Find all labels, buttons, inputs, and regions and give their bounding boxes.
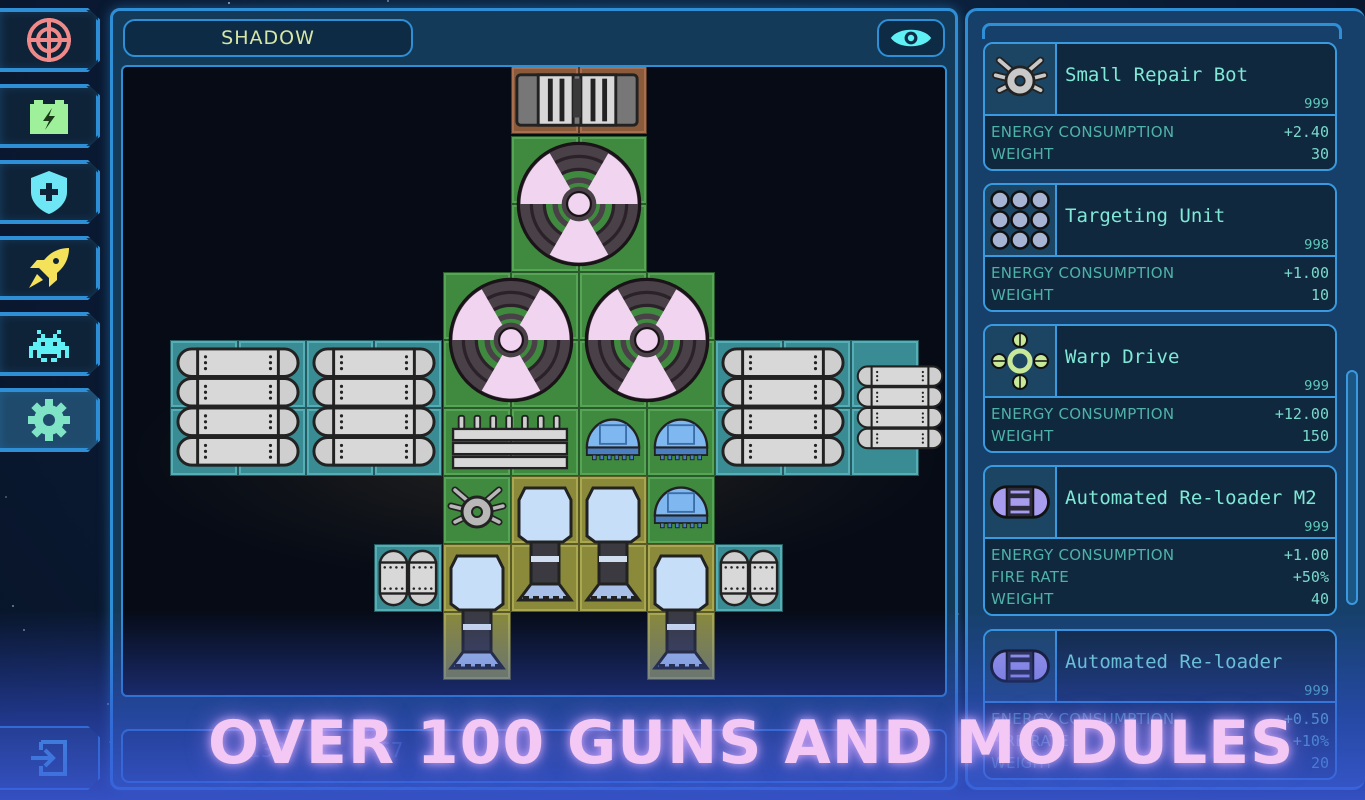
exit-icon [31, 740, 67, 776]
module-name: Automated Re-loader [1065, 651, 1283, 673]
stat-row: FIRE RATE +50% [991, 566, 1329, 588]
module-count: 999 [1304, 97, 1329, 112]
ship-editor-panel: SHADOW [110, 8, 958, 790]
stat-label: ENERGY CONSUMPTION [991, 546, 1175, 564]
repair-bot-module[interactable] [445, 480, 509, 540]
module-card[interactable]: Targeting Unit 998 ENERGY CONSUMPTION +1… [983, 183, 1337, 312]
stat-row: WEIGHT 40 [991, 588, 1329, 610]
stat-value: +1.00 [1283, 264, 1329, 282]
fuel-module[interactable] [718, 546, 780, 610]
stat-value: 40 [1310, 590, 1329, 608]
sidebar-item-enemies[interactable] [0, 312, 100, 376]
stat-value: +12.00 [1274, 405, 1329, 423]
sidebar-item-engines[interactable] [0, 236, 100, 300]
stat-label: ENERGY CONSUMPTION [991, 405, 1175, 423]
sidebar-item-weapons[interactable] [0, 8, 100, 72]
module-count: 999 [1304, 684, 1329, 699]
ship-viewport[interactable] [121, 65, 947, 697]
repair-bot-icon [985, 44, 1057, 114]
reactor-module[interactable] [446, 275, 576, 405]
promo-banner-text: OVER 100 GUNS AND MODULES [208, 708, 1295, 778]
shield-generator-module[interactable] [649, 414, 713, 470]
shield-generator-module[interactable] [581, 414, 645, 470]
warp-drive-icon [985, 326, 1057, 396]
module-card[interactable]: Automated Re-loader M2 999 ENERGY CONSUM… [983, 465, 1337, 616]
cannon-module[interactable] [513, 68, 641, 132]
module-card[interactable]: Small Repair Bot 999 ENERGY CONSUMPTION … [983, 42, 1337, 171]
stat-label: ENERGY CONSUMPTION [991, 123, 1175, 141]
modules-list-scrollbar[interactable] [1346, 370, 1358, 605]
battery-module[interactable] [174, 344, 302, 472]
reloader-icon [985, 467, 1057, 537]
module-count: 999 [1304, 379, 1329, 394]
star [11, 605, 14, 608]
engine-module[interactable] [513, 478, 577, 610]
sidebar-item-modules[interactable] [0, 388, 100, 452]
stat-value: 150 [1301, 427, 1329, 445]
stat-label: ENERGY CONSUMPTION [991, 264, 1175, 282]
reactor-module[interactable] [582, 275, 712, 405]
engine-module[interactable] [581, 478, 645, 610]
stat-value: +50% [1292, 568, 1329, 586]
stat-label: FIRE RATE [991, 568, 1069, 586]
fuel-module[interactable] [377, 546, 439, 610]
reactor-module[interactable] [514, 139, 644, 269]
stat-row: ENERGY CONSUMPTION +1.00 [991, 262, 1329, 284]
stat-label: WEIGHT [991, 286, 1054, 304]
module-name: Warp Drive [1065, 346, 1180, 368]
heatsink-module[interactable] [446, 414, 574, 470]
battery-module[interactable] [855, 344, 945, 472]
stat-row: ENERGY CONSUMPTION +2.40 [991, 121, 1329, 143]
stat-value: +10% [1292, 732, 1329, 750]
stat-value: 30 [1310, 145, 1329, 163]
ship-name-label: SHADOW [123, 19, 413, 57]
view-toggle-button[interactable] [877, 19, 945, 57]
star [107, 703, 110, 706]
stat-value: +1.00 [1283, 546, 1329, 564]
crosshair-icon [27, 18, 71, 62]
panel-top-frame [982, 23, 1342, 39]
gear-icon [28, 399, 70, 441]
star [228, 2, 231, 5]
stat-label: WEIGHT [991, 590, 1054, 608]
battery-module[interactable] [719, 344, 847, 472]
sidebar-item-energy[interactable] [0, 84, 100, 148]
battery-module[interactable] [310, 344, 438, 472]
stat-row: ENERGY CONSUMPTION +12.00 [991, 403, 1329, 425]
reloader-icon [985, 631, 1057, 701]
module-card[interactable]: Warp Drive 999 ENERGY CONSUMPTION +12.00… [983, 324, 1337, 453]
engine-module[interactable] [649, 546, 713, 678]
star [5, 495, 8, 498]
stat-label: WEIGHT [991, 145, 1054, 163]
module-name: Small Repair Bot [1065, 64, 1249, 86]
space-invader-icon [29, 330, 69, 362]
targeting-unit-icon [985, 185, 1057, 255]
stat-value: 20 [1310, 754, 1329, 772]
star [22, 628, 25, 631]
stat-row: WEIGHT 150 [991, 425, 1329, 447]
exit-button[interactable] [0, 726, 100, 790]
module-count: 999 [1304, 520, 1329, 535]
stat-row: WEIGHT 10 [991, 284, 1329, 306]
star [387, 0, 390, 3]
module-name: Automated Re-loader M2 [1065, 487, 1317, 509]
module-name: Targeting Unit [1065, 205, 1226, 227]
sidebar-item-defense[interactable] [0, 160, 100, 224]
engine-module[interactable] [445, 546, 509, 678]
stat-value: +2.40 [1283, 123, 1329, 141]
stat-row: WEIGHT 30 [991, 143, 1329, 165]
stat-row: ENERGY CONSUMPTION +1.00 [991, 544, 1329, 566]
shield-plus-icon [31, 171, 67, 214]
stat-label: WEIGHT [991, 427, 1054, 445]
rocket-icon [29, 248, 69, 288]
battery-icon [30, 100, 68, 134]
stat-value: 10 [1310, 286, 1329, 304]
shield-generator-module[interactable] [649, 482, 713, 538]
module-count: 998 [1304, 238, 1329, 253]
eye-icon [890, 29, 932, 47]
